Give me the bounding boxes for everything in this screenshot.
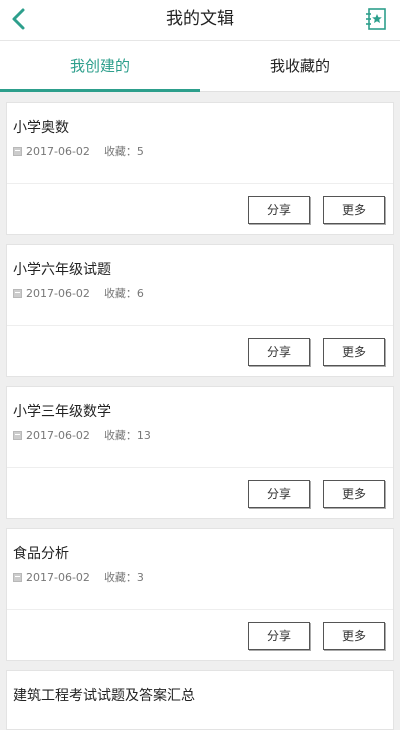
active-tab-indicator	[0, 89, 200, 92]
collection-favorites: 收藏：13	[103, 429, 151, 442]
share-button[interactable]: 分享	[248, 622, 310, 650]
collection-favorites: 收藏：5	[103, 145, 144, 158]
collection-title: 小学奥数	[13, 120, 69, 136]
top-bar: 我的文辑	[0, 0, 400, 41]
list-item[interactable]: 小学六年级试题 2017-06-02 收藏：6 分享 更多	[6, 244, 394, 377]
collection-title: 小学三年级数学	[13, 404, 111, 420]
collection-meta: 2017-06-02 收藏：3	[13, 569, 144, 585]
collection-date: 2017-06-02	[26, 428, 90, 442]
collection-date: 2017-06-02	[26, 570, 90, 584]
list-item[interactable]: 小学奥数 2017-06-02 收藏：5 分享 更多	[6, 102, 394, 235]
collection-title: 小学六年级试题	[13, 262, 111, 278]
tab-bar: 我创建的 我收藏的	[0, 41, 400, 92]
list-item[interactable]: 建筑工程考试试题及答案汇总	[6, 670, 394, 730]
card-divider	[7, 467, 393, 468]
list-item[interactable]: 食品分析 2017-06-02 收藏：3 分享 更多	[6, 528, 394, 661]
collection-date: 2017-06-02	[26, 286, 90, 300]
collection-favorites: 收藏：3	[103, 571, 144, 584]
tab-favorited-label: 我收藏的	[269, 57, 330, 75]
calendar-icon	[13, 146, 22, 156]
card-divider	[7, 183, 393, 184]
collection-favorites: 收藏：6	[103, 287, 144, 300]
more-button[interactable]: 更多	[323, 622, 385, 650]
page-title: 我的文辑	[166, 9, 234, 29]
card-divider	[7, 325, 393, 326]
share-button[interactable]: 分享	[248, 338, 310, 366]
collection-title: 食品分析	[13, 546, 69, 562]
more-button[interactable]: 更多	[323, 196, 385, 224]
collection-title: 建筑工程考试试题及答案汇总	[13, 688, 195, 704]
tab-favorited[interactable]: 我收藏的	[200, 41, 400, 91]
collection-meta: 2017-06-02 收藏：5	[13, 143, 144, 159]
card-divider	[7, 609, 393, 610]
calendar-icon	[13, 572, 22, 582]
tab-created[interactable]: 我创建的	[0, 41, 200, 92]
collection-meta: 2017-06-02 收藏：6	[13, 285, 144, 301]
collection-date: 2017-06-02	[26, 144, 90, 158]
calendar-icon	[13, 288, 22, 298]
collection-meta: 2017-06-02 收藏：13	[13, 427, 151, 443]
tab-created-label: 我创建的	[69, 57, 130, 75]
list-item[interactable]: 小学三年级数学 2017-06-02 收藏：13 分享 更多	[6, 386, 394, 519]
share-button[interactable]: 分享	[248, 480, 310, 508]
add-favorite-icon[interactable]	[364, 7, 388, 31]
more-button[interactable]: 更多	[323, 338, 385, 366]
share-button[interactable]: 分享	[248, 196, 310, 224]
calendar-icon	[13, 430, 22, 440]
more-button[interactable]: 更多	[323, 480, 385, 508]
